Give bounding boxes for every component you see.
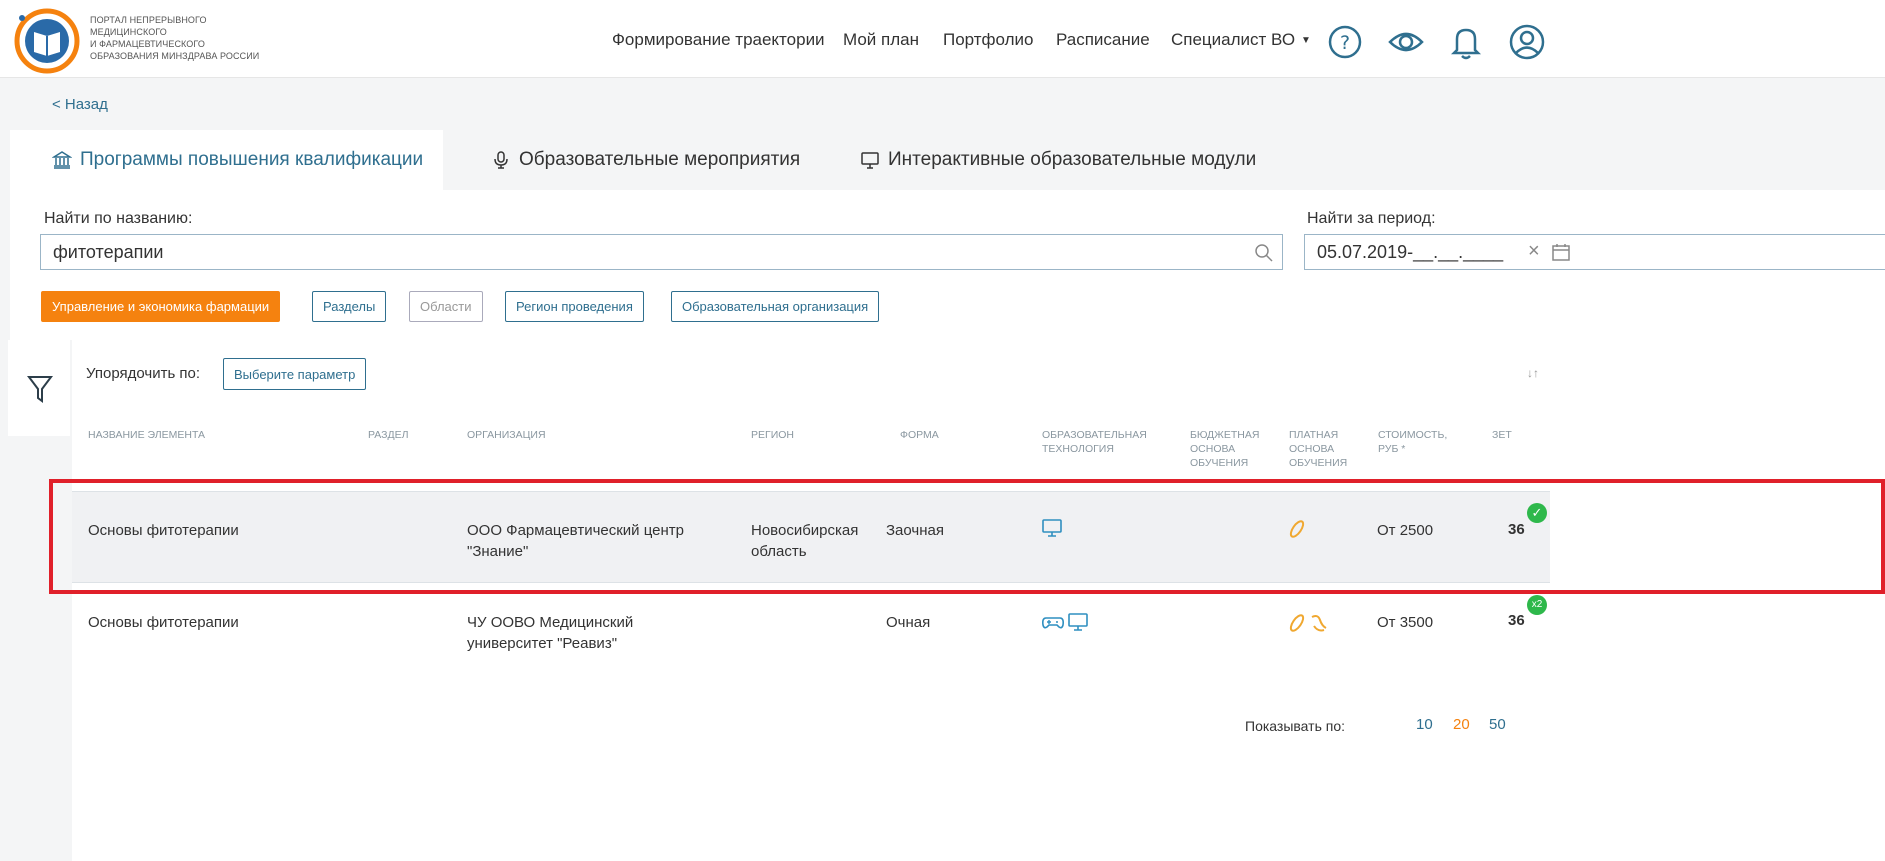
page-size-10[interactable]: 10 [1416,716,1433,733]
header-paid: ПЛАТНАЯ ОСНОВА ОБУЧЕНИЯ [1289,428,1347,470]
header-line: ПЛАТНАЯ [1289,429,1339,441]
header-line: ОБУЧЕНИЯ [1289,457,1348,469]
svg-text:?: ? [1340,32,1350,54]
header-budget: БЮДЖЕТНАЯ ОСНОВА ОБУЧЕНИЯ [1190,428,1259,470]
header-line: СТОИМОСТЬ, [1378,429,1448,441]
period-input[interactable] [1304,234,1885,270]
role-label: Специалист ВО [1171,30,1296,49]
portal-name-line: ОБРАЗОВАНИЯ МИНЗДРАВА РОССИИ [90,51,260,61]
row-cost: От 3500 [1377,614,1434,631]
page-size-label: Показывать по: [1245,718,1346,734]
org-line: ЧУ ООВО Медицинский [467,614,634,631]
building-icon [52,151,72,169]
portal-name: ПОРТАЛ НЕПРЕРЫВНОГО МЕДИЦИНСКОГО И ФАРМА… [90,14,259,62]
highlight-frame [49,479,1885,594]
tab-label: Образовательные мероприятия [519,149,801,170]
header-zet: ЗЕТ [1492,429,1512,441]
tab-label: Программы повышения квалификации [80,149,424,170]
coin-icon [1289,614,1305,632]
row-form: Очная [886,614,931,631]
header-line: ОБУЧЕНИЯ [1190,457,1249,469]
portal-name-line: ПОРТАЛ НЕПРЕРЫВНОГО [90,15,207,25]
header-line: БЮДЖЕТНАЯ [1190,429,1260,441]
portal-name-line: МЕДИЦИНСКОГО [90,27,167,37]
header-section: РАЗДЕЛ [368,429,409,441]
tab-educational-events[interactable]: Образовательные мероприятия [491,130,800,190]
header-name: НАЗВАНИЕ ЭЛЕМЕНТА [88,429,206,441]
tab-interactive-modules[interactable]: Интерактивные образовательные модули [860,130,1256,190]
bell-icon[interactable] [1446,22,1486,62]
eye-icon[interactable] [1386,22,1426,62]
count-badge-icon: x2 [1527,595,1547,615]
search-input[interactable] [40,234,1283,270]
header-line: ОБРАЗОВАТЕЛЬНАЯ [1042,429,1147,441]
calendar-icon[interactable] [1551,242,1571,262]
header-line: ТЕХНОЛОГИЯ [1042,443,1114,455]
nav-trajectory[interactable]: Формирование траектории [612,30,825,50]
nav-portfolio[interactable]: Портфолио [943,30,1033,50]
filter-region-button[interactable]: Регион проведения [505,291,644,322]
results-panel [72,340,1885,861]
page-size-20[interactable]: 20 [1453,716,1470,733]
clear-icon[interactable]: × [1528,240,1540,263]
header-line: ОСНОВА [1190,443,1236,455]
nav-schedule[interactable]: Расписание [1056,30,1150,50]
search-icon[interactable] [1254,243,1274,263]
row-zet: 36 [1508,612,1525,629]
top-header: ПОРТАЛ НЕПРЕРЫВНОГО МЕДИЦИНСКОГО И ФАРМА… [0,0,1885,78]
sort-direction-icon[interactable]: ↓↑ [1527,366,1539,380]
page-size-50[interactable]: 50 [1489,716,1506,733]
gamepad-icon [1042,617,1064,629]
header-technology: ОБРАЗОВАТЕЛЬНАЯ ТЕХНОЛОГИЯ [1042,428,1147,456]
portal-name-line: И ФАРМАЦЕВТИЧЕСКОГО [90,39,205,49]
microphone-icon [494,151,508,169]
caret-down-icon: ▼ [1301,35,1311,46]
header-form: ФОРМА [900,429,939,441]
filter-pharmacy-economics-button[interactable]: Управление и экономика фармации [41,291,281,322]
handshake-icon [1311,615,1327,632]
search-label: Найти по названию: [44,210,193,227]
org-line: университет "Реавиз" [467,635,618,652]
nav-my-plan[interactable]: Мой план [843,30,919,50]
tab-label: Интерактивные образовательные модули [888,149,1257,170]
monitor-icon [1068,613,1088,631]
portal-logo[interactable] [14,8,80,74]
back-link[interactable]: < Назад [52,96,108,113]
filter-areas-button[interactable]: Области [409,291,483,322]
row-name[interactable]: Основы фитотерапии [88,612,239,633]
help-icon[interactable]: ? [1325,22,1365,62]
header-line: РУБ * [1378,443,1406,455]
funnel-icon [27,376,53,403]
filter-organization-button[interactable]: Образовательная организация [671,291,880,322]
header-organization: ОРГАНИЗАЦИЯ [467,429,546,441]
header-line: ОСНОВА [1289,443,1335,455]
monitor-icon [861,152,879,169]
header-region: РЕГИОН [751,429,794,441]
user-icon[interactable] [1507,22,1547,62]
row-organization: ЧУ ООВО Медицинский университет "Реавиз" [467,612,633,654]
sort-parameter-button[interactable]: Выберите параметр [223,358,367,390]
filter-toggle[interactable] [8,340,70,436]
filter-sections-button[interactable]: Разделы [312,291,387,322]
period-label: Найти за период: [1307,210,1436,227]
header-cost: СТОИМОСТЬ, РУБ * [1378,428,1447,456]
tab-qualification-programs[interactable]: Программы повышения квалификации [10,130,443,190]
role-dropdown[interactable]: Специалист ВО ▼ [1171,30,1311,50]
sort-label: Упорядочить по: [86,365,201,382]
